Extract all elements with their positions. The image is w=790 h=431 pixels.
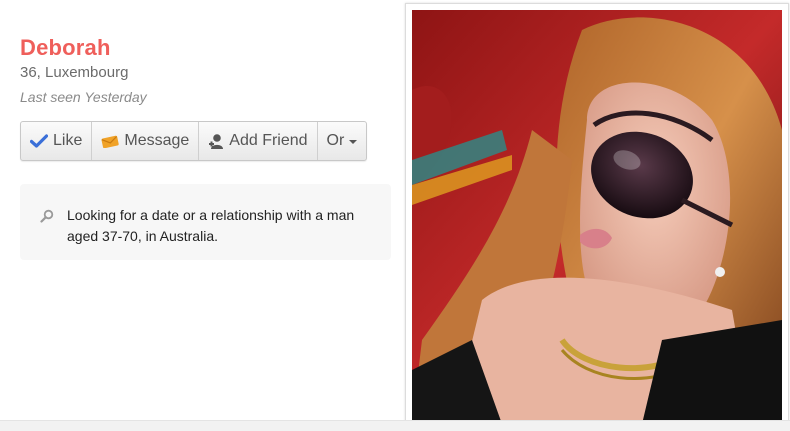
checkmark-icon: [30, 134, 48, 148]
search-icon: [40, 209, 54, 228]
add-friend-label: Add Friend: [229, 132, 308, 149]
add-friend-button[interactable]: Add Friend: [199, 122, 318, 160]
last-seen: Last seen Yesterday: [20, 89, 147, 105]
or-label: Or: [326, 132, 345, 149]
profile-photo[interactable]: [412, 10, 782, 424]
profile-age-location: 36, Luxembourg: [20, 64, 129, 81]
caret-down-icon: [349, 140, 358, 144]
profile-info: Deborah 36, Luxembourg Last seen Yesterd…: [20, 34, 392, 260]
like-button[interactable]: Like: [21, 122, 93, 160]
or-dropdown-button[interactable]: Or: [318, 122, 367, 160]
message-label: Message: [124, 132, 190, 149]
profile-photo-frame: [405, 3, 789, 425]
profile-action-buttons: Like Message Add Friend Or: [20, 121, 368, 161]
bottom-bar: [0, 420, 790, 431]
envelope-icon: [101, 135, 120, 148]
looking-for-panel: Looking for a date or a relationship wit…: [20, 184, 391, 260]
like-label: Like: [53, 132, 83, 149]
profile-name[interactable]: Deborah: [20, 34, 392, 62]
looking-for-text: Looking for a date or a relationship wit…: [67, 207, 355, 244]
message-button[interactable]: Message: [92, 122, 200, 160]
add-person-icon: [208, 133, 224, 150]
